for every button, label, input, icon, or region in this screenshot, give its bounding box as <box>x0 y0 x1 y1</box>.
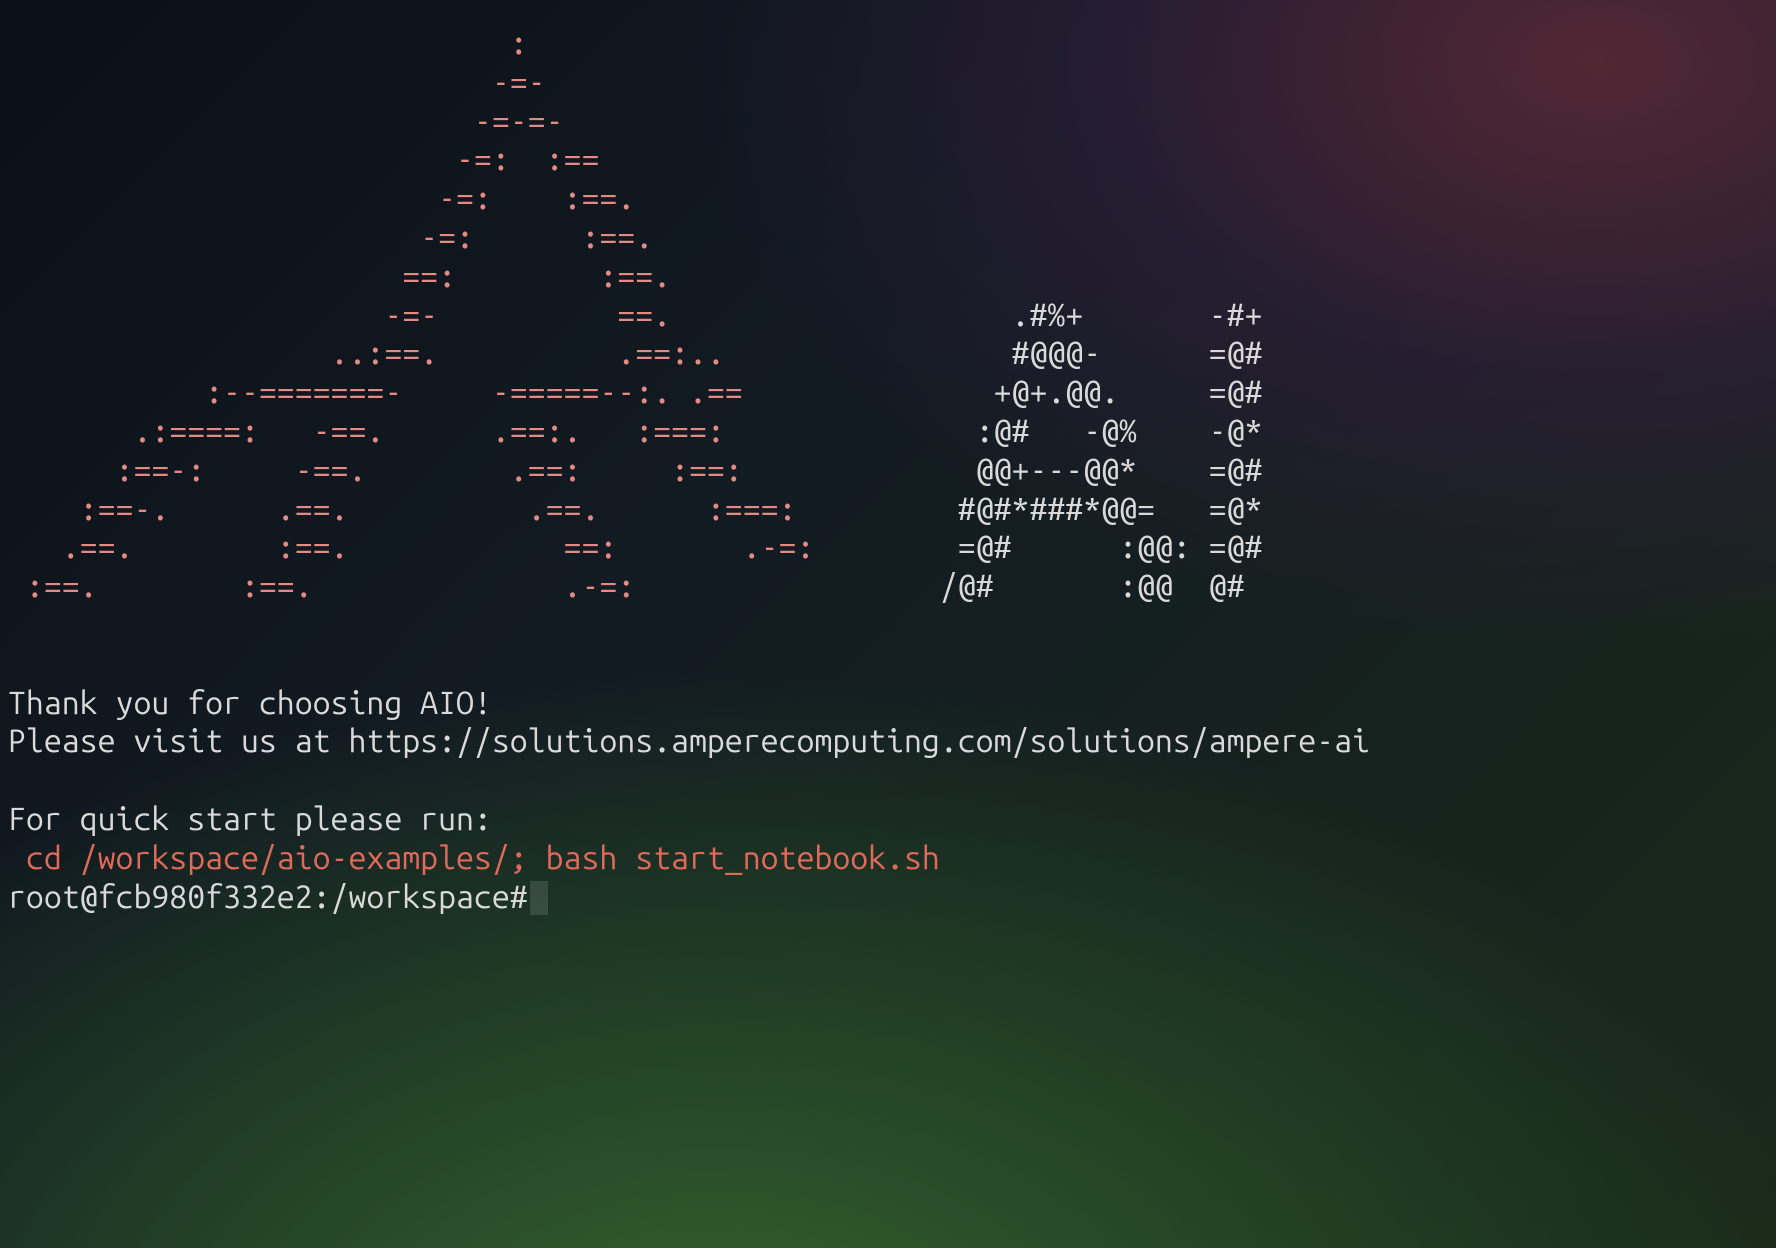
ascii-art-ai-line-4: :@# -@% -@* <box>832 413 1262 449</box>
ascii-art-ai-line-5: @@+---@@* =@# <box>832 452 1262 488</box>
ascii-art-red-14: .==. :==. ==: .-=: <box>8 529 832 565</box>
ascii-art-ai-line-1: .#%+ -#+ <box>832 297 1262 333</box>
ascii-art-ai-line-3: +@+.@@. =@# <box>832 374 1262 410</box>
ascii-art-ai-line-8: /@# :@@ @# <box>832 568 1244 604</box>
ascii-art-ai-line-7: =@# :@@: =@# <box>832 529 1262 565</box>
motd-quickstart-label: For quick start please run: <box>8 801 492 837</box>
ascii-art-red-12: :==-: -==. .==: :==: <box>8 452 832 488</box>
ascii-art-ai-line-2: #@@@- =@# <box>832 335 1262 371</box>
ascii-art-ai-line-6: #@#*###*@@= =@* <box>832 491 1262 527</box>
motd-thank-you: Thank you for choosing AIO! <box>8 685 492 721</box>
shell-cursor[interactable] <box>530 881 548 915</box>
motd-quickstart-command: cd /workspace/aio-examples/; bash start_… <box>8 840 940 876</box>
ascii-art-red-13: :==-. .==. .==. :===: <box>8 491 832 527</box>
ascii-art-red-11: .:====: -==. .==:. :===: <box>8 413 832 449</box>
ascii-art-red-9: ..:==. .==:.. <box>8 335 832 371</box>
ascii-art-red-10: :--=======- -=====--:. .== <box>8 374 832 410</box>
terminal-viewport[interactable]: : -=- -=-=- -=: :== -=: :==. -=: :==. ==… <box>0 0 1776 1248</box>
ascii-art-logo-red: : -=- -=-=- -=: :== -=: :==. -=: :==. ==… <box>8 25 832 333</box>
motd-visit-url: Please visit us at https://solutions.amp… <box>8 723 1370 759</box>
ascii-art-red-15: :==. :==. .-=: <box>8 568 832 604</box>
shell-prompt[interactable]: root@fcb980f332e2:/workspace# <box>8 879 528 915</box>
